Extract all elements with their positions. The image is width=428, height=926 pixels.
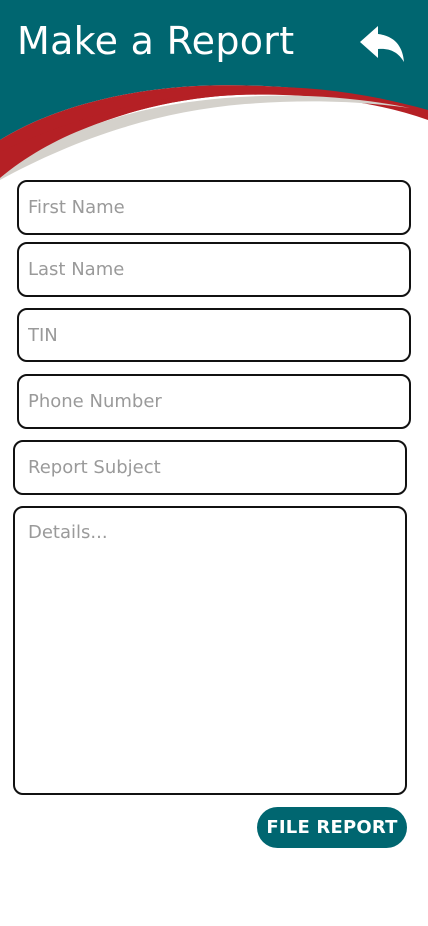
make-report-screen: Make a Report FILE REPORT	[0, 0, 428, 926]
back-button[interactable]	[356, 22, 410, 66]
tin-field[interactable]	[17, 308, 411, 362]
reply-arrow-icon	[360, 26, 404, 62]
report-subject-field[interactable]	[13, 440, 407, 495]
phone-number-field[interactable]	[17, 374, 411, 429]
last-name-field[interactable]	[17, 242, 411, 297]
file-report-button[interactable]: FILE REPORT	[257, 807, 407, 848]
page-title: Make a Report	[17, 19, 295, 63]
first-name-field[interactable]	[17, 180, 411, 235]
header: Make a Report	[0, 0, 428, 180]
details-textarea[interactable]	[13, 506, 407, 795]
